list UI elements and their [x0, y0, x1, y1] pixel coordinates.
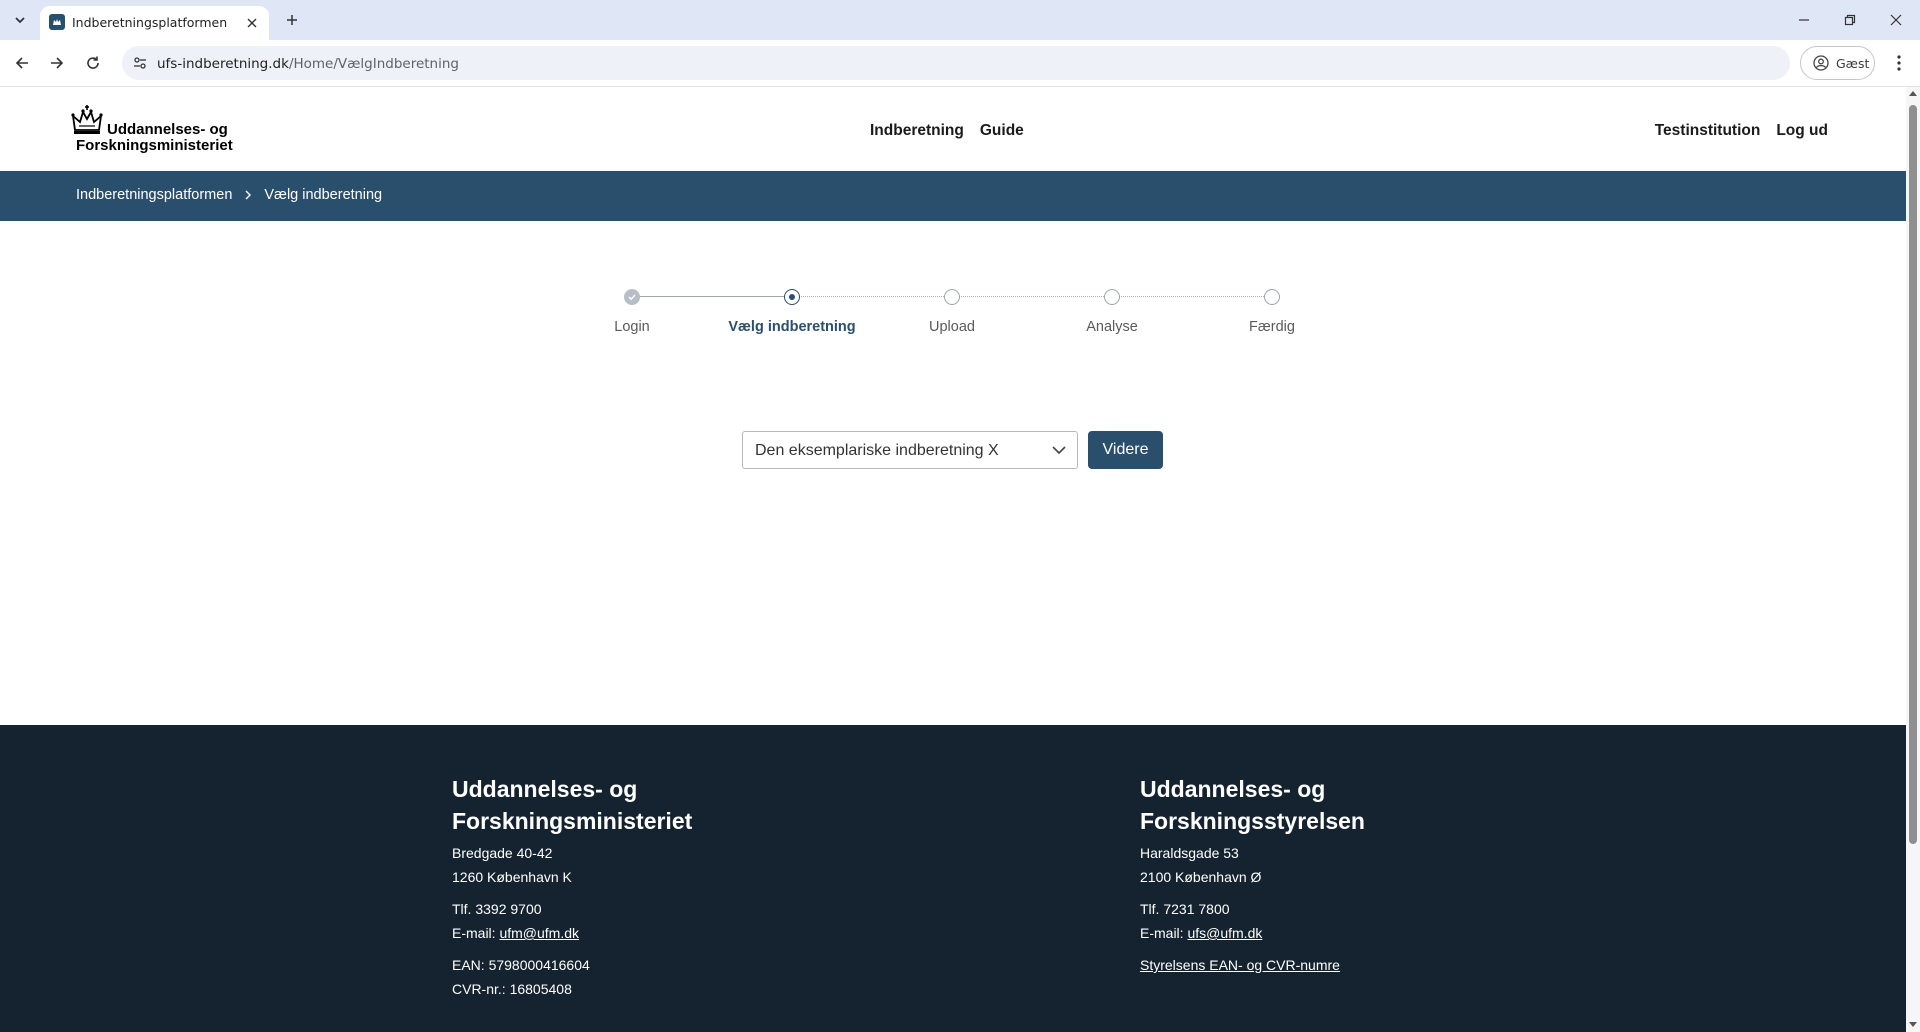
- footer-phone: Tlf. 7231 7800: [1140, 901, 1230, 917]
- footer-email-prefix: E-mail:: [1140, 925, 1188, 941]
- main-navigation: Indberetning Guide: [870, 122, 1024, 140]
- footer-ministry-title: Uddannelses- og Forskningsministeriet: [452, 773, 852, 837]
- close-window-icon[interactable]: [1884, 8, 1908, 32]
- restore-icon[interactable]: [1838, 8, 1862, 32]
- tab-close-icon[interactable]: [242, 13, 262, 33]
- scroll-down-icon[interactable]: [1909, 1021, 1917, 1029]
- address-bar[interactable]: ufs-indberetning.dk/Home/VælgIndberetnin…: [122, 46, 1790, 80]
- logo-line-2: Forskningsministeriet: [76, 137, 233, 154]
- forward-arrow-icon[interactable]: [44, 50, 70, 76]
- scrollbar-thumb[interactable]: [1909, 105, 1917, 844]
- step-upload: Upload: [872, 287, 1032, 335]
- page-scrollbar[interactable]: [1906, 87, 1920, 1032]
- url-text: ufs-indberetning.dk/Home/VælgIndberetnin…: [157, 56, 459, 72]
- minimize-icon[interactable]: [1792, 8, 1816, 32]
- step-label: Færdig: [1249, 319, 1295, 335]
- tab-title: Indberetningsplatformen: [72, 15, 228, 30]
- reload-icon[interactable]: [80, 50, 106, 76]
- site-settings-icon[interactable]: [130, 53, 150, 73]
- nav-guide-link[interactable]: Guide: [980, 122, 1024, 140]
- footer-ean: EAN: 5798000416604: [452, 957, 590, 973]
- footer-ministry: Uddannelses- og Forskningsministeriet Br…: [452, 773, 852, 1001]
- step-label: Login: [614, 319, 650, 335]
- footer-email-prefix: E-mail:: [452, 925, 500, 941]
- logo-line-1: Uddannelses- og: [107, 121, 228, 138]
- footer-cvr: CVR-nr.: 16805408: [452, 981, 572, 997]
- step-label: Vælg indberetning: [728, 319, 856, 335]
- page-content: Uddannelses- og Forskningsministeriet In…: [0, 87, 1906, 1032]
- breadcrumb-home-link[interactable]: Indberetningsplatformen: [76, 187, 232, 203]
- new-tab-plus-icon[interactable]: [281, 9, 303, 31]
- step-analyse: Analyse: [1032, 287, 1192, 335]
- browser-tab-bar: Indberetningsplatformen: [0, 0, 1920, 40]
- footer-title-line-2: Forskningsstyrelsen: [1140, 808, 1365, 834]
- step-vaelg-indberetning: Vælg indberetning: [712, 287, 872, 335]
- indberetning-select[interactable]: Den eksemplariske indberetning X: [742, 431, 1078, 469]
- checkmark-icon: [624, 289, 640, 305]
- crown-favicon-icon: [49, 14, 65, 30]
- chevron-down-icon: [1051, 442, 1067, 458]
- footer-title-line-2: Forskningsministeriet: [452, 808, 693, 834]
- url-domain: ufs-indberetning.dk: [157, 56, 289, 72]
- chevron-right-icon: [242, 189, 254, 201]
- scroll-up-icon[interactable]: [1909, 89, 1917, 97]
- footer-address-line: Haraldsgade 53: [1140, 845, 1239, 861]
- site-footer: Uddannelses- og Forskningsministeriet Br…: [0, 725, 1906, 1032]
- ean-cvr-numbers-link[interactable]: Styrelsens EAN- og CVR-numre: [1140, 957, 1340, 973]
- step-label: Upload: [929, 319, 975, 335]
- footer-phone: Tlf. 3392 9700: [452, 901, 542, 917]
- footer-title-line-1: Uddannelses- og: [1140, 776, 1326, 802]
- step-label: Analyse: [1086, 319, 1138, 335]
- profile-avatar-icon: [1813, 55, 1829, 71]
- tab-search-chevron-down-icon[interactable]: [8, 8, 32, 32]
- profile-button[interactable]: Gæst: [1800, 46, 1875, 80]
- user-navigation: Testinstitution Log ud: [1655, 122, 1828, 140]
- back-arrow-icon[interactable]: [9, 50, 35, 76]
- select-value: Den eksemplariske indberetning X: [755, 442, 999, 459]
- videre-button[interactable]: Videre: [1088, 431, 1163, 469]
- url-path: /Home/VælgIndberetning: [288, 56, 459, 72]
- footer-email-line: E-mail: ufm@ufm.dk: [452, 921, 852, 945]
- ministry-logo[interactable]: Uddannelses- og Forskningsministeriet: [70, 104, 240, 154]
- footer-title-line-1: Uddannelses- og: [452, 776, 638, 802]
- pending-step-dot-icon: [1264, 289, 1280, 305]
- footer-city-line: 1260 København K: [452, 869, 572, 885]
- step-faerdig: Færdig: [1192, 287, 1352, 335]
- footer-email-link[interactable]: ufm@ufm.dk: [499, 925, 579, 941]
- footer-address-line: Bredgade 40-42: [452, 845, 553, 861]
- breadcrumb-bar: Indberetningsplatformen Vælg indberetnin…: [0, 171, 1906, 221]
- site-header: Uddannelses- og Forskningsministeriet In…: [0, 87, 1906, 171]
- browser-tab[interactable]: Indberetningsplatformen: [40, 6, 269, 40]
- profile-label: Gæst: [1836, 55, 1870, 71]
- pending-step-dot-icon: [1104, 289, 1120, 305]
- logout-link[interactable]: Log ud: [1776, 122, 1828, 140]
- progress-stepper: Login Vælg indberetning Upload Analyse F…: [560, 287, 1360, 347]
- footer-agency-title: Uddannelses- og Forskningsstyrelsen: [1140, 773, 1540, 837]
- footer-city-line: 2100 København Ø: [1140, 869, 1262, 885]
- institution-link[interactable]: Testinstitution: [1655, 122, 1761, 140]
- breadcrumb-current: Vælg indberetning: [264, 187, 383, 203]
- browser-menu-icon[interactable]: [1886, 50, 1912, 76]
- step-login: Login: [552, 287, 712, 335]
- footer-email-line: E-mail: ufs@ufm.dk: [1140, 921, 1540, 945]
- breadcrumb: Indberetningsplatformen Vælg indberetnin…: [76, 187, 382, 203]
- footer-email-link[interactable]: ufs@ufm.dk: [1187, 925, 1262, 941]
- browser-toolbar: ufs-indberetning.dk/Home/VælgIndberetnin…: [0, 40, 1920, 87]
- pending-step-dot-icon: [944, 289, 960, 305]
- crown-icon: [71, 105, 103, 134]
- footer-ean-cvr-line: Styrelsens EAN- og CVR-numre: [1140, 953, 1540, 977]
- footer-agency: Uddannelses- og Forskningsstyrelsen Hara…: [1140, 773, 1540, 977]
- nav-indberetning-link[interactable]: Indberetning: [870, 122, 964, 140]
- active-step-dot-icon: [784, 289, 800, 305]
